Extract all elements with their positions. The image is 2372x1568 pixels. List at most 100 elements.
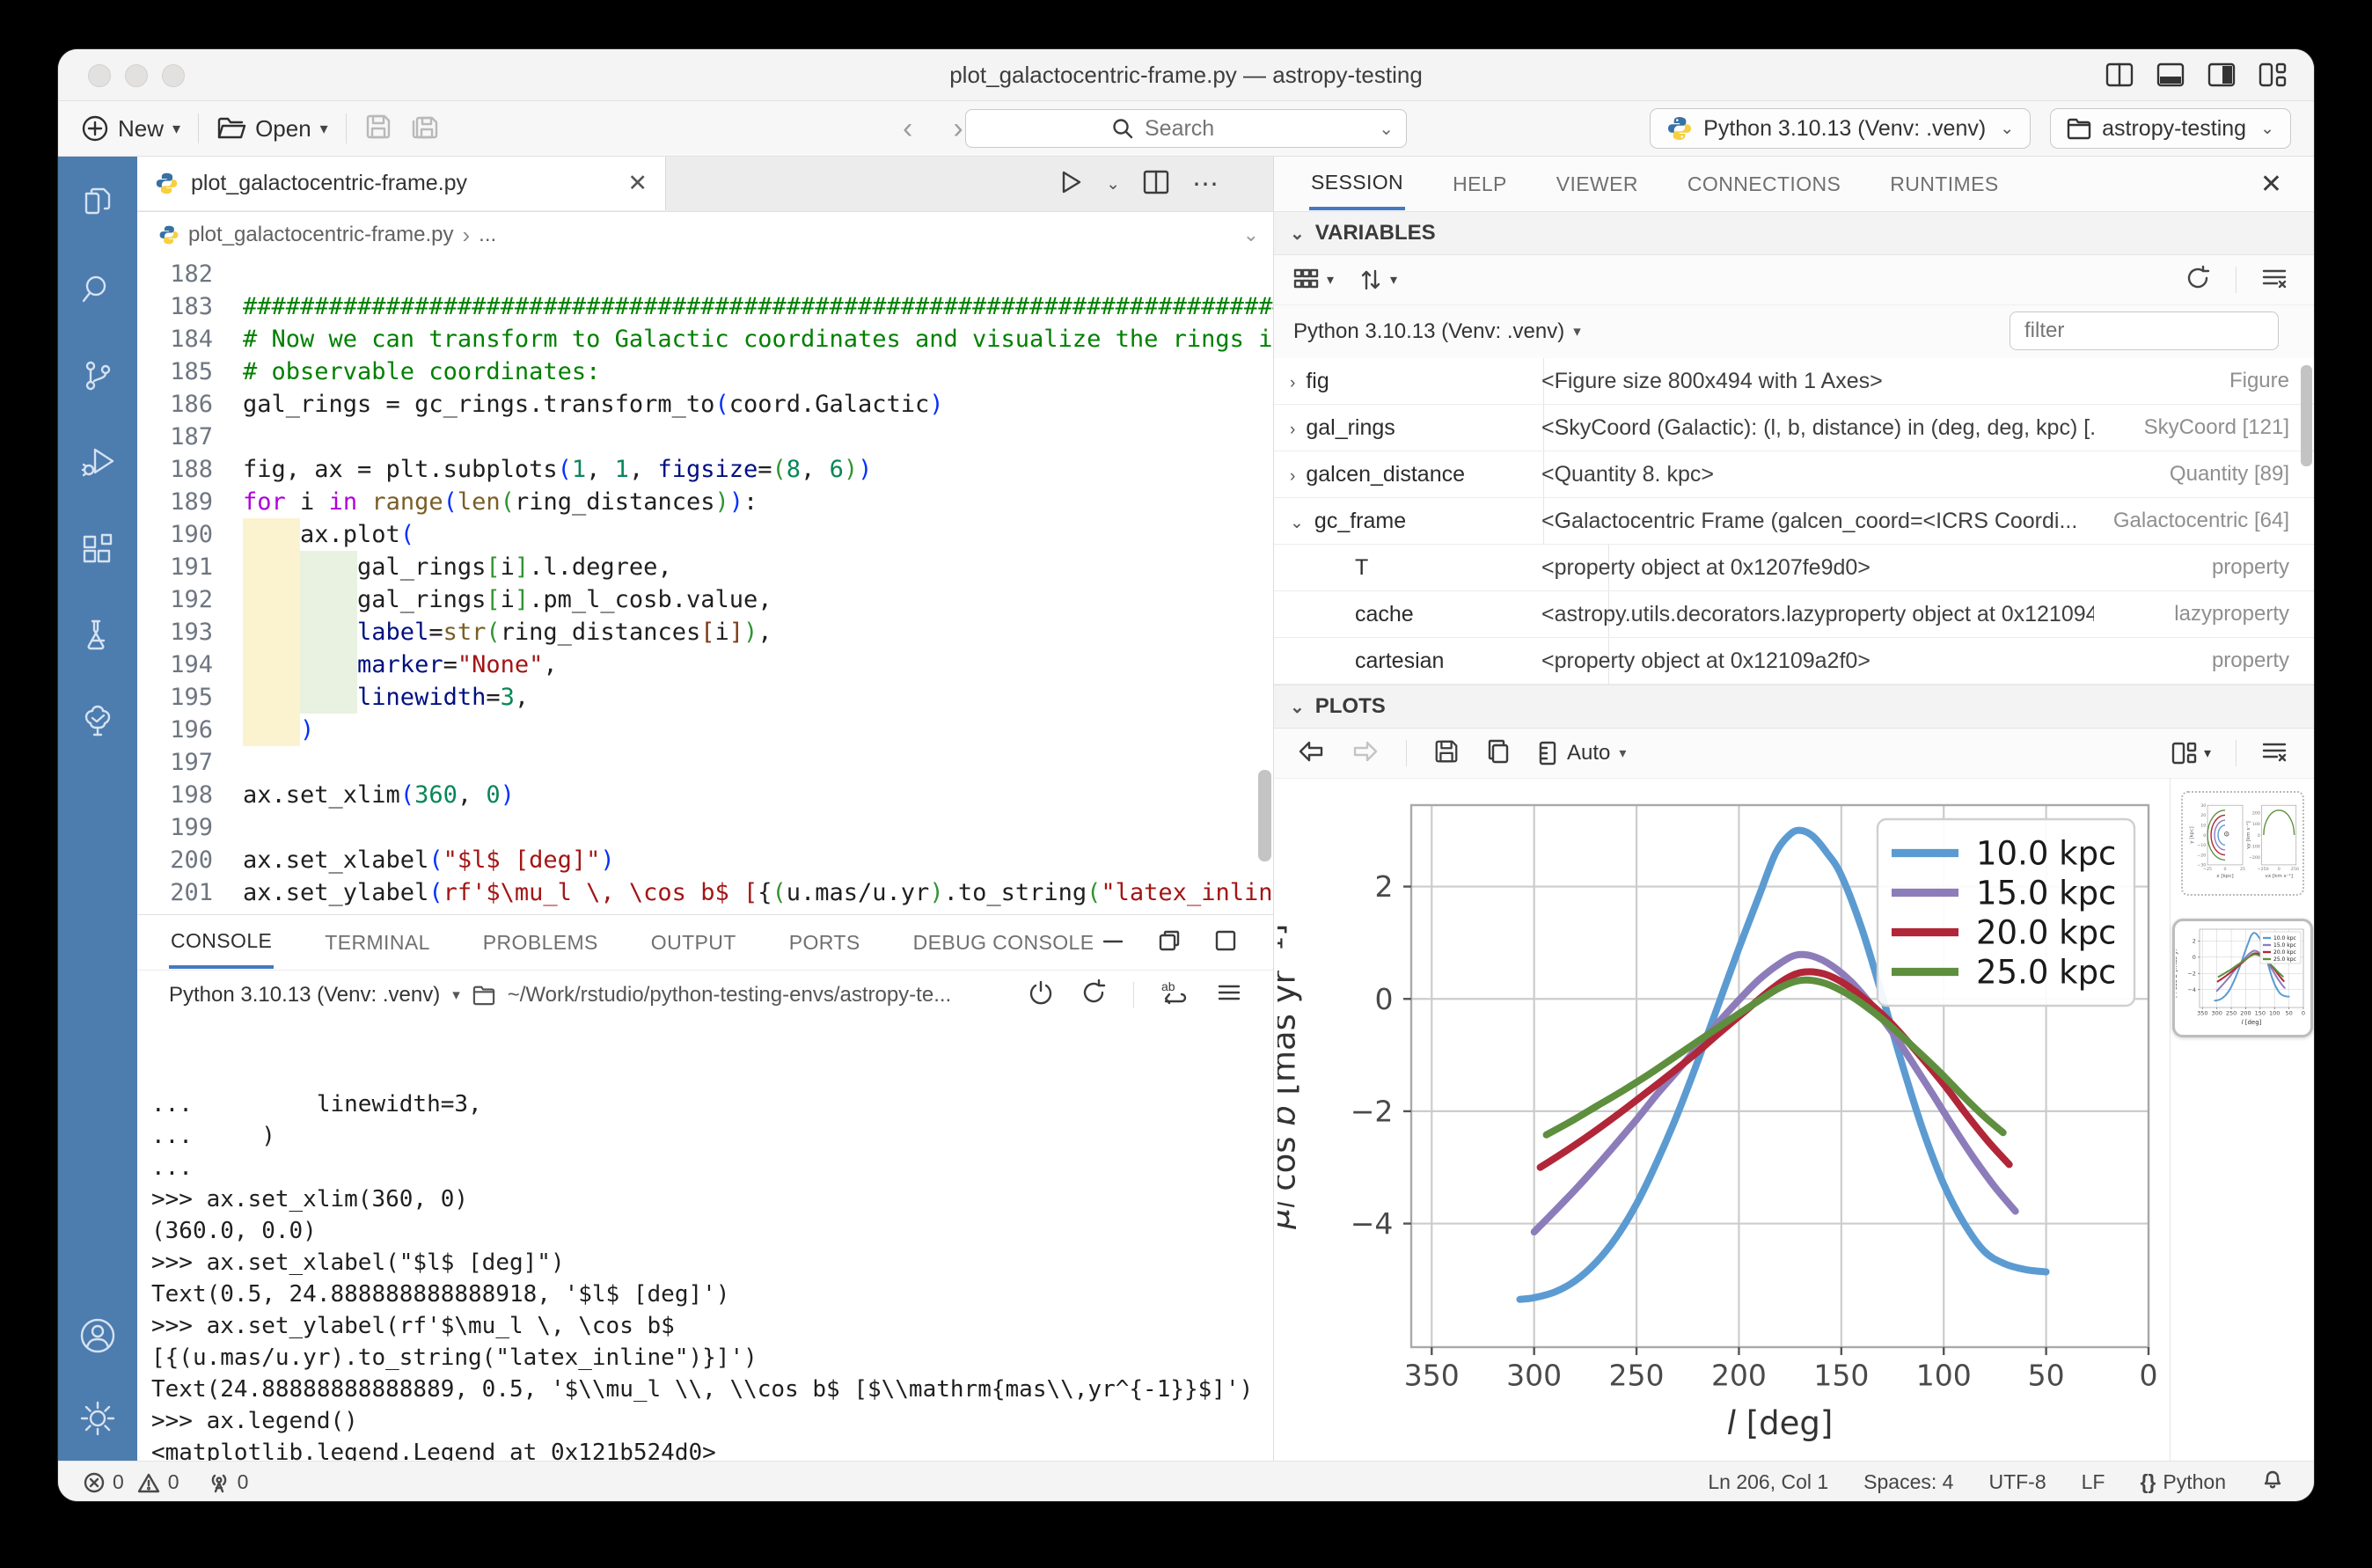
panel-tab-ports[interactable]: PORTS (787, 919, 862, 967)
search-bar[interactable]: ⌄ (965, 109, 1407, 148)
variable-row-gal_rings[interactable]: ›gal_rings<SkyCoord (Galactic): (l, b, d… (1274, 405, 2314, 451)
code-line[interactable]: 190 ax.plot( (137, 518, 1273, 551)
customize-layout-icon[interactable] (2258, 60, 2288, 90)
right-tab-session[interactable]: SESSION (1309, 158, 1405, 210)
explorer-icon[interactable] (58, 185, 137, 222)
code-line[interactable]: 197 (137, 746, 1273, 779)
code-line[interactable]: 198ax.set_xlim(360, 0) (137, 779, 1273, 811)
filter-input[interactable] (2023, 318, 2246, 344)
previous-plot-icon[interactable] (1297, 738, 1325, 769)
code-line[interactable]: 194 marker="None", (137, 648, 1273, 681)
code-line[interactable]: 183#####################################… (137, 290, 1273, 323)
plots-section-header[interactable]: ⌄ PLOTS (1274, 685, 2314, 729)
ports-status[interactable]: 0 (208, 1470, 249, 1494)
search-view-icon[interactable] (58, 271, 137, 308)
console-output[interactable]: ... linewidth=3,... )...>>> ax.set_xlim(… (137, 1020, 1273, 1501)
source-control-icon[interactable] (58, 357, 137, 394)
variable-row-T[interactable]: T<property object at 0x1207fe9d0>propert… (1274, 545, 2314, 591)
next-plot-icon[interactable] (1351, 738, 1380, 769)
save-plot-icon[interactable] (1433, 738, 1460, 769)
code-line[interactable]: 201ax.set_ylabel(rf'$\mu_l \, \cos b$ [{… (137, 876, 1273, 909)
clear-variables-icon[interactable] (2261, 266, 2288, 295)
editor-scrollbar[interactable] (1258, 770, 1271, 861)
search-expand-icon[interactable]: ⌄ (1379, 118, 1394, 140)
code-line[interactable]: 199 (137, 811, 1273, 844)
sort-variables-icon[interactable]: ▾ (1358, 267, 1397, 292)
cursor-position[interactable]: Ln 206, Col 1 (1708, 1470, 1828, 1494)
navigate-forward-icon[interactable]: › (953, 112, 963, 146)
panel-tab-problems[interactable]: PROBLEMS (481, 919, 600, 967)
right-tab-viewer[interactable]: VIEWER (1555, 160, 1640, 209)
session-interpreter[interactable]: Python 3.10.13 (Venv: .venv) (1293, 319, 1564, 344)
testing-icon[interactable] (58, 616, 137, 653)
workspace-selector[interactable]: astropy-testing ⌄ (2050, 108, 2291, 149)
code-line[interactable]: 200ax.set_xlabel("$l$ [deg]") (137, 844, 1273, 876)
panel-tab-debug-console[interactable]: DEBUG CONSOLE (911, 919, 1096, 967)
toggle-secondary-sidebar-icon[interactable] (2207, 60, 2237, 90)
variable-row-fig[interactable]: ›fig<Figure size 800x494 with 1 Axes>Fig… (1274, 358, 2314, 405)
variables-filter[interactable] (2010, 311, 2279, 350)
panel-tab-console[interactable]: CONSOLE (169, 917, 274, 969)
save-all-icon[interactable] (410, 113, 440, 145)
restore-panel-icon[interactable] (1157, 928, 1182, 957)
split-editor-layout-icon[interactable] (2105, 60, 2134, 90)
variables-scrollbar[interactable] (2301, 365, 2312, 466)
code-line[interactable]: 189for i in range(len(ring_distances)): (137, 486, 1273, 518)
plot-sizing-policy[interactable]: Auto ▾ (1537, 740, 1626, 766)
breadcrumb-expand-icon[interactable]: ⌄ (1243, 223, 1259, 246)
plot-thumbnail-rings[interactable]: 3020100−10−20−30−25025y [kpc]x [kpc]2001… (2181, 791, 2304, 896)
variable-row-gc_frame[interactable]: ⌄gc_frame<Galactocentric Frame (galcen_c… (1274, 498, 2314, 545)
notifications-bell-icon[interactable] (2261, 1469, 2284, 1497)
console-list-icon[interactable] (1217, 980, 1241, 1011)
navigate-back-icon[interactable]: ‹ (903, 112, 912, 146)
maximize-panel-icon[interactable] (1213, 928, 1238, 957)
code-line[interactable]: 186gal_rings = gc_rings.transform_to(coo… (137, 388, 1273, 421)
code-line[interactable]: 195 linewidth=3, (137, 681, 1273, 714)
close-tab-icon[interactable]: ✕ (627, 170, 648, 197)
project-tree-icon[interactable] (58, 702, 137, 739)
chevron-down-icon[interactable]: ⌄ (1290, 514, 1304, 532)
code-line[interactable]: 182 (137, 258, 1273, 290)
chevron-right-icon[interactable]: › (1290, 374, 1295, 392)
editor-tab-active[interactable]: plot_galactocentric-frame.py ✕ (137, 157, 666, 210)
group-variables-icon[interactable]: ▾ (1293, 267, 1334, 292)
account-icon[interactable] (58, 1316, 137, 1355)
chevron-right-icon[interactable]: › (1290, 467, 1295, 486)
plot-history-layout-icon[interactable]: ▾ (2171, 740, 2211, 766)
run-debug-icon[interactable] (58, 443, 137, 480)
breadcrumb-symbol[interactable]: ... (479, 223, 496, 247)
language-mode[interactable]: {} Python (2140, 1470, 2226, 1494)
working-directory[interactable]: ~/Work/rstudio/python-testing-envs/astro… (508, 983, 951, 1007)
eol[interactable]: LF (2082, 1470, 2105, 1494)
clear-plots-icon[interactable] (2261, 739, 2288, 768)
code-editor[interactable]: 182183##################################… (137, 258, 1273, 914)
variable-row-galcen_distance[interactable]: ›galcen_distance<Quantity 8. kpc>Quantit… (1274, 451, 2314, 498)
panel-tab-output[interactable]: OUTPUT (649, 919, 738, 967)
errors-status[interactable]: 0 (83, 1470, 124, 1494)
code-line[interactable]: 191 gal_rings[i].l.degree, (137, 551, 1273, 583)
refresh-variables-icon[interactable] (2185, 265, 2211, 296)
encoding[interactable]: UTF-8 (1988, 1470, 2046, 1494)
copy-plot-icon[interactable] (1486, 738, 1511, 769)
code-line[interactable]: 188fig, ax = plt.subplots(1, 1, figsize=… (137, 453, 1273, 486)
chevron-right-icon[interactable]: › (1290, 421, 1295, 439)
console-interpreter[interactable]: Python 3.10.13 (Venv: .venv) (169, 983, 440, 1007)
more-actions-icon[interactable]: ⋯ (1192, 169, 1220, 200)
warnings-status[interactable]: 0 (136, 1470, 179, 1494)
code-line[interactable]: 184# Now we can transform to Galactic co… (137, 323, 1273, 355)
variables-section-header[interactable]: ⌄ VARIABLES (1274, 211, 2314, 255)
run-dropdown-icon[interactable]: ⌄ (1106, 174, 1120, 194)
code-line[interactable]: 193 label=str(ring_distances[i]), (137, 616, 1273, 648)
breadcrumb-file[interactable]: plot_galactocentric-frame.py (188, 223, 453, 247)
chevron-down-icon[interactable]: ▾ (452, 986, 460, 1004)
settings-gear-icon[interactable] (58, 1399, 137, 1438)
variable-row-cache[interactable]: cache<astropy.utils.decorators.lazyprope… (1274, 591, 2314, 638)
right-tab-runtimes[interactable]: RUNTIMES (1888, 160, 2000, 209)
plot-thumbnail-current[interactable]: 35030025020015010050020−2−4l [deg]μl cos… (2172, 919, 2313, 1037)
extensions-icon[interactable] (58, 530, 137, 567)
code-line[interactable]: 187 (137, 421, 1273, 453)
right-tab-connections[interactable]: CONNECTIONS (1686, 160, 1842, 209)
code-line[interactable]: 185# observable coordinates: (137, 355, 1273, 388)
new-button[interactable]: New ▾ (81, 114, 180, 143)
run-file-icon[interactable] (1057, 169, 1083, 200)
